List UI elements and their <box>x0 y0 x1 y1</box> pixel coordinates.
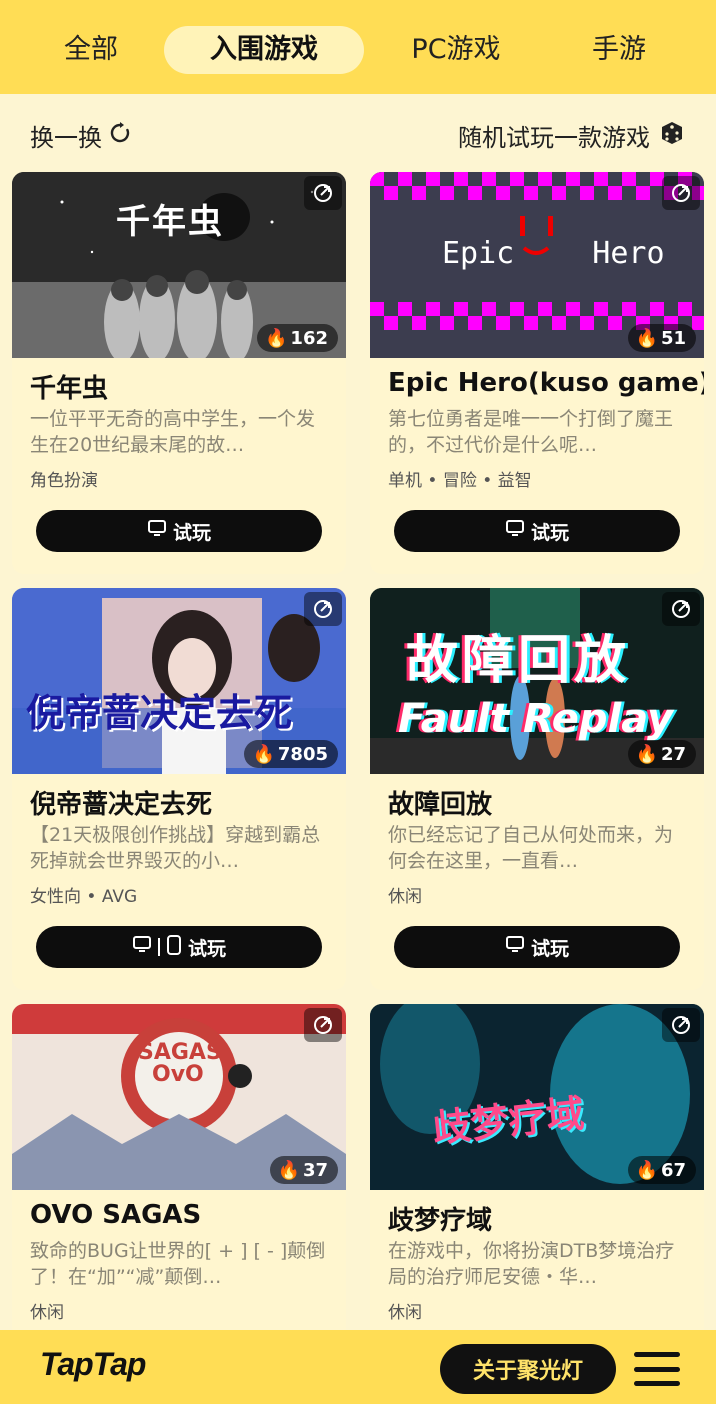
thumbnail-ovo-text: OvO <box>152 1062 204 1087</box>
share-icon[interactable] <box>662 1008 700 1042</box>
random-play-button[interactable]: 随机试玩一款游戏 <box>458 118 686 153</box>
game-thumbnail[interactable]: 故障回放 Fault Replay 🔥 27 <box>370 588 704 774</box>
game-tags: 角色扮演 <box>30 471 98 491</box>
heat-count: 37 <box>302 1159 328 1181</box>
mobile-icon <box>166 934 182 960</box>
share-icon[interactable] <box>662 176 700 210</box>
refresh-icon <box>108 121 132 151</box>
play-button[interactable]: 试玩 <box>36 926 322 968</box>
thumbnail-title-text: 千年虫 <box>116 202 224 242</box>
heat-badge: 🔥 67 <box>627 1156 696 1184</box>
play-button[interactable]: 试玩 <box>394 926 680 968</box>
flame-icon: 🔥 <box>277 1159 300 1181</box>
refresh-button[interactable]: 换一换 <box>30 118 132 153</box>
game-description: 【21天极限创作挑战】穿越到霸总死掉就会世界毁灭的小… <box>30 824 321 872</box>
game-card[interactable]: 故障回放 Fault Replay 🔥 27 故障回放 你已经忘记了自己从何处而来… <box>370 588 704 990</box>
flame-icon: 🔥 <box>635 327 658 349</box>
game-description: 你已经忘记了自己从何处而来，为何会在这里，一直看… <box>388 824 674 872</box>
game-card[interactable]: 千年虫 🔥 162 千年虫 一位平平无奇的高中学生，一个发生在20世纪最末尾的故…… <box>12 172 346 574</box>
game-tags: 休闲 <box>388 887 422 907</box>
game-thumbnail[interactable]: 倪帝蔷决定去死 🔥 7805 <box>12 588 346 774</box>
game-title[interactable]: 故障回放 <box>388 784 492 821</box>
flame-icon: 🔥 <box>265 327 288 349</box>
tab-finalists[interactable]: 入围游戏 <box>164 26 364 74</box>
game-description: 一位平平无奇的高中学生，一个发生在20世纪最末尾的故… <box>30 408 316 456</box>
game-tags: 单机 • 冒险 • 益智 <box>388 471 532 491</box>
share-icon[interactable] <box>304 592 342 626</box>
play-label: 试玩 <box>530 521 569 544</box>
game-title[interactable]: OVO SAGAS <box>30 1200 201 1230</box>
play-label: 试玩 <box>530 937 569 960</box>
share-icon[interactable] <box>662 592 700 626</box>
refresh-label: 换一换 <box>30 124 102 152</box>
heat-badge: 🔥 7805 <box>244 740 338 768</box>
heat-count: 27 <box>660 743 686 765</box>
bottom-bar: TapTap 关于聚光灯 <box>0 1330 716 1404</box>
about-spotlight-button[interactable]: 关于聚光灯 <box>440 1344 616 1394</box>
thumbnail-title-text: Epic Hero <box>442 236 665 271</box>
thumbnail-title-text: 故障回放 <box>406 631 631 691</box>
game-thumbnail[interactable]: 千年虫 🔥 162 <box>12 172 346 358</box>
game-card[interactable]: SAGAS OvO 🔥 37 OVO SAGAS 致命的BUG让世界的[ + ] … <box>12 1004 346 1330</box>
game-title[interactable]: Epic Hero(kuso game) <box>388 368 704 398</box>
pc-icon <box>505 935 525 960</box>
game-description: 在游戏中，你将扮演DTB梦境治疗局的治疗师尼安德・华… <box>388 1240 675 1288</box>
flame-icon: 🔥 <box>635 1159 658 1181</box>
category-tab-bar: 全部 入围游戏 PC游戏 手游 <box>0 0 716 94</box>
game-card[interactable]: 歧梦疗域 🔥 67 歧梦疗域 在游戏中，你将扮演DTB梦境治疗局的治疗师尼安德・华… <box>370 1004 704 1330</box>
game-tags: 女性向 • AVG <box>30 887 138 907</box>
play-label: 试玩 <box>187 937 226 960</box>
tab-pc-games[interactable]: PC游戏 <box>386 26 526 74</box>
play-button[interactable]: 试玩 <box>36 510 322 552</box>
heat-badge: 🔥 51 <box>627 324 696 352</box>
menu-icon[interactable] <box>634 1352 680 1386</box>
pc-icon <box>505 519 525 544</box>
game-thumbnail[interactable]: Epic Hero 🔥 51 <box>370 172 704 358</box>
share-icon[interactable] <box>304 176 342 210</box>
game-card[interactable]: Epic Hero 🔥 51 Epic Hero(kuso game) 第七位勇者… <box>370 172 704 574</box>
pc-icon <box>132 935 152 960</box>
pc-icon <box>147 519 167 544</box>
heat-count: 51 <box>660 327 686 349</box>
flame-icon: 🔥 <box>635 743 658 765</box>
game-title[interactable]: 千年虫 <box>30 368 108 405</box>
game-title[interactable]: 歧梦疗域 <box>388 1200 492 1237</box>
taptap-logo[interactable]: TapTap <box>40 1346 146 1383</box>
game-thumbnail[interactable]: SAGAS OvO 🔥 37 <box>12 1004 346 1190</box>
heat-count: 162 <box>290 327 328 349</box>
heat-count: 7805 <box>277 743 328 765</box>
game-tags: 休闲 <box>30 1303 64 1323</box>
dice-icon <box>658 119 686 153</box>
random-play-label: 随机试玩一款游戏 <box>458 124 650 152</box>
thumbnail-subtitle-text: Fault Replay <box>398 696 674 742</box>
game-description: 致命的BUG让世界的[ + ] [ - ]颠倒了！在“加”“减”颠倒… <box>30 1240 326 1288</box>
game-tags: 休闲 <box>388 1303 422 1323</box>
game-card[interactable]: 倪帝蔷决定去死 🔥 7805 倪帝蔷决定去死 【21天极限创作挑战】穿越到霸总死掉… <box>12 588 346 990</box>
game-thumbnail[interactable]: 歧梦疗域 🔥 67 <box>370 1004 704 1190</box>
heat-badge: 🔥 37 <box>269 1156 338 1184</box>
heat-count: 67 <box>660 1159 686 1181</box>
divider <box>157 938 160 956</box>
tab-all[interactable]: 全部 <box>30 26 152 74</box>
heat-badge: 🔥 27 <box>627 740 696 768</box>
flame-icon: 🔥 <box>252 743 275 765</box>
play-button[interactable]: 试玩 <box>394 510 680 552</box>
action-row: 换一换 随机试玩一款游戏 <box>0 94 716 172</box>
share-icon[interactable] <box>304 1008 342 1042</box>
game-title[interactable]: 倪帝蔷决定去死 <box>30 784 212 821</box>
tab-mobile-games[interactable]: 手游 <box>556 26 682 74</box>
thumbnail-title-text: 倪帝蔷决定去死 <box>26 691 293 735</box>
play-label: 试玩 <box>172 521 211 544</box>
heat-badge: 🔥 162 <box>257 324 338 352</box>
game-description: 第七位勇者是唯一一个打倒了魔王的，不过代价是什么呢… <box>388 408 674 456</box>
